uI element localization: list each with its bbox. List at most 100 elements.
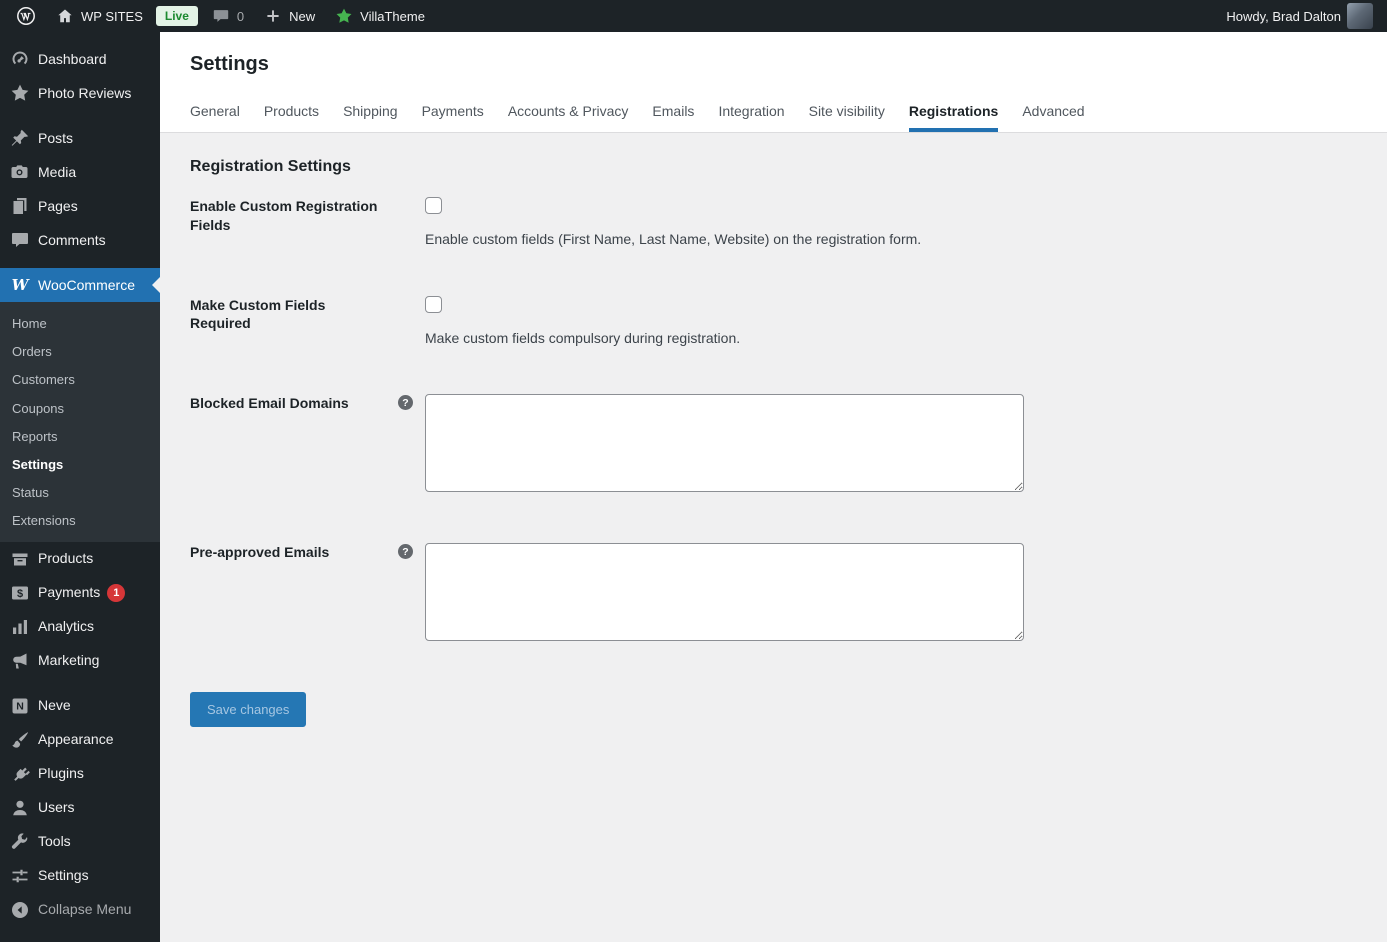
sidebar-item-posts[interactable]: Posts [0, 121, 160, 155]
field-label: Pre-approved Emails [190, 544, 330, 561]
sidebar-item-plugins[interactable]: Plugins [0, 757, 160, 791]
tab-general[interactable]: General [190, 103, 240, 132]
submenu-item-coupons[interactable]: Coupons [0, 395, 160, 423]
sidebar-item-neve[interactable]: N Neve [0, 689, 160, 723]
comments-shortcut[interactable]: 0 [205, 0, 250, 32]
howdy-text: Howdy, Brad Dalton [1226, 8, 1341, 24]
tab-products[interactable]: Products [264, 103, 319, 132]
field-input-cell: Make custom fields compulsory during reg… [425, 295, 1367, 349]
tab-accounts-privacy[interactable]: Accounts & Privacy [508, 103, 629, 132]
collapse-menu-button[interactable]: Collapse Menu [0, 893, 160, 927]
tab-registrations[interactable]: Registrations [908, 103, 999, 132]
sidebar-item-marketing[interactable]: Marketing [0, 644, 160, 678]
blocked-email-domains-textarea[interactable] [425, 394, 1024, 493]
sidebar-item-label: Marketing [38, 652, 100, 669]
sidebar-item-media[interactable]: Media [0, 155, 160, 189]
woocommerce-icon: W [11, 276, 29, 294]
sidebar-item-users[interactable]: Users [0, 791, 160, 825]
villatheme-menu[interactable]: VillaTheme [328, 0, 431, 32]
sidebar-item-tools[interactable]: Tools [0, 825, 160, 859]
submenu-item-orders[interactable]: Orders [0, 338, 160, 366]
comment-count: 0 [236, 8, 245, 24]
form-row-enable-custom-fields: Enable Custom Registration Fields Enable… [190, 197, 1367, 250]
submenu-item-status[interactable]: Status [0, 479, 160, 507]
enable-custom-fields-checkbox[interactable] [425, 197, 442, 214]
sidebar-item-label: Photo Reviews [38, 84, 132, 101]
admin-bar: WP SITES Live 0 New VillaTheme Howdy, Br… [0, 0, 1387, 32]
pages-icon [10, 196, 30, 216]
sidebar-item-payments[interactable]: $ Payments 1 [0, 576, 160, 610]
main-content: Settings General Products Shipping Payme… [160, 32, 1387, 942]
field-description: Enable custom fields (First Name, Last N… [425, 231, 922, 247]
sidebar-item-label: Appearance [38, 731, 114, 748]
avatar [1347, 3, 1373, 29]
sidebar-item-settings[interactable]: Settings [0, 859, 160, 893]
registration-settings-panel: Registration Settings Enable Custom Regi… [160, 133, 1387, 728]
field-label-cell: Pre-approved Emails ? [190, 543, 425, 562]
help-tip-icon[interactable]: ? [398, 544, 413, 560]
field-label-cell: Make Custom Fields Required [190, 296, 425, 334]
sidebar-item-comments[interactable]: Comments [0, 223, 160, 257]
active-menu-arrow [144, 277, 160, 293]
field-input-cell [425, 543, 1367, 646]
svg-text:N: N [16, 700, 24, 712]
submenu-item-extensions[interactable]: Extensions [0, 507, 160, 535]
required-custom-fields-checkbox[interactable] [425, 295, 442, 313]
sidebar-item-photo-reviews[interactable]: Photo Reviews [0, 76, 160, 110]
form-row-blocked-email-domains: Blocked Email Domains ? [190, 394, 1367, 497]
field-input-cell [425, 394, 1367, 497]
sliders-icon [10, 866, 30, 886]
megaphone-icon [10, 651, 30, 671]
dashboard-icon [10, 49, 30, 69]
wrench-icon [10, 832, 30, 852]
field-label-cell: Enable Custom Registration Fields [190, 197, 425, 235]
tab-payments[interactable]: Payments [422, 103, 484, 132]
help-tip-icon[interactable]: ? [398, 395, 413, 411]
site-link[interactable]: WP SITES [49, 0, 149, 32]
admin-bar-left: WP SITES Live 0 New VillaTheme [0, 0, 431, 32]
tab-site-visibility[interactable]: Site visibility [809, 103, 885, 132]
sidebar-item-label: Products [38, 550, 94, 567]
tab-emails[interactable]: Emails [652, 103, 694, 132]
tab-shipping[interactable]: Shipping [343, 103, 398, 132]
submenu-item-customers[interactable]: Customers [0, 366, 160, 394]
star-icon [334, 6, 354, 26]
pushpin-icon [10, 128, 30, 148]
sidebar-item-analytics[interactable]: Analytics [0, 610, 160, 644]
wordpress-logo-icon [16, 6, 36, 26]
field-label-cell: Blocked Email Domains ? [190, 394, 425, 413]
sidebar-item-label: Media [38, 163, 77, 180]
sidebar-item-label: Neve [38, 697, 71, 714]
settings-tabs: General Products Shipping Payments Accou… [190, 103, 1387, 132]
sidebar-item-dashboard[interactable]: Dashboard [0, 42, 160, 76]
sidebar-item-pages[interactable]: Pages [0, 189, 160, 223]
form-row-preapproved-emails: Pre-approved Emails ? [190, 543, 1367, 646]
new-label: New [289, 8, 316, 24]
wordpress-menu[interactable] [10, 0, 42, 32]
user-icon [10, 798, 30, 818]
submenu-item-settings[interactable]: Settings [0, 451, 160, 479]
submenu-item-reports[interactable]: Reports [0, 423, 160, 451]
admin-sidebar: Dashboard Photo Reviews Posts Media Page… [0, 32, 160, 942]
field-label: Blocked Email Domains [190, 395, 349, 412]
new-content-menu[interactable]: New [257, 0, 321, 32]
star-icon [10, 83, 30, 103]
field-input-cell: Enable custom fields (First Name, Last N… [425, 197, 1367, 250]
my-account-menu[interactable]: Howdy, Brad Dalton [1220, 0, 1379, 32]
tab-integration[interactable]: Integration [718, 103, 784, 132]
site-name: WP SITES [81, 8, 143, 24]
sidebar-item-products[interactable]: Products [0, 542, 160, 576]
preapproved-emails-textarea[interactable] [425, 543, 1024, 642]
home-icon [55, 6, 75, 26]
field-label: Make Custom Fields Required [190, 296, 326, 332]
submenu-item-home[interactable]: Home [0, 310, 160, 338]
save-changes-button[interactable]: Save changes [190, 692, 307, 728]
tab-advanced[interactable]: Advanced [1022, 103, 1084, 132]
sidebar-item-label: Pages [38, 197, 78, 214]
sidebar-item-label: Payments [38, 584, 101, 601]
form-row-required-custom-fields: Make Custom Fields Required Make custom … [190, 295, 1367, 349]
sidebar-item-woocommerce[interactable]: W WooCommerce [0, 268, 160, 302]
sidebar-item-appearance[interactable]: Appearance [0, 723, 160, 757]
plug-icon [10, 764, 30, 784]
sidebar-item-label: Analytics [38, 618, 95, 635]
